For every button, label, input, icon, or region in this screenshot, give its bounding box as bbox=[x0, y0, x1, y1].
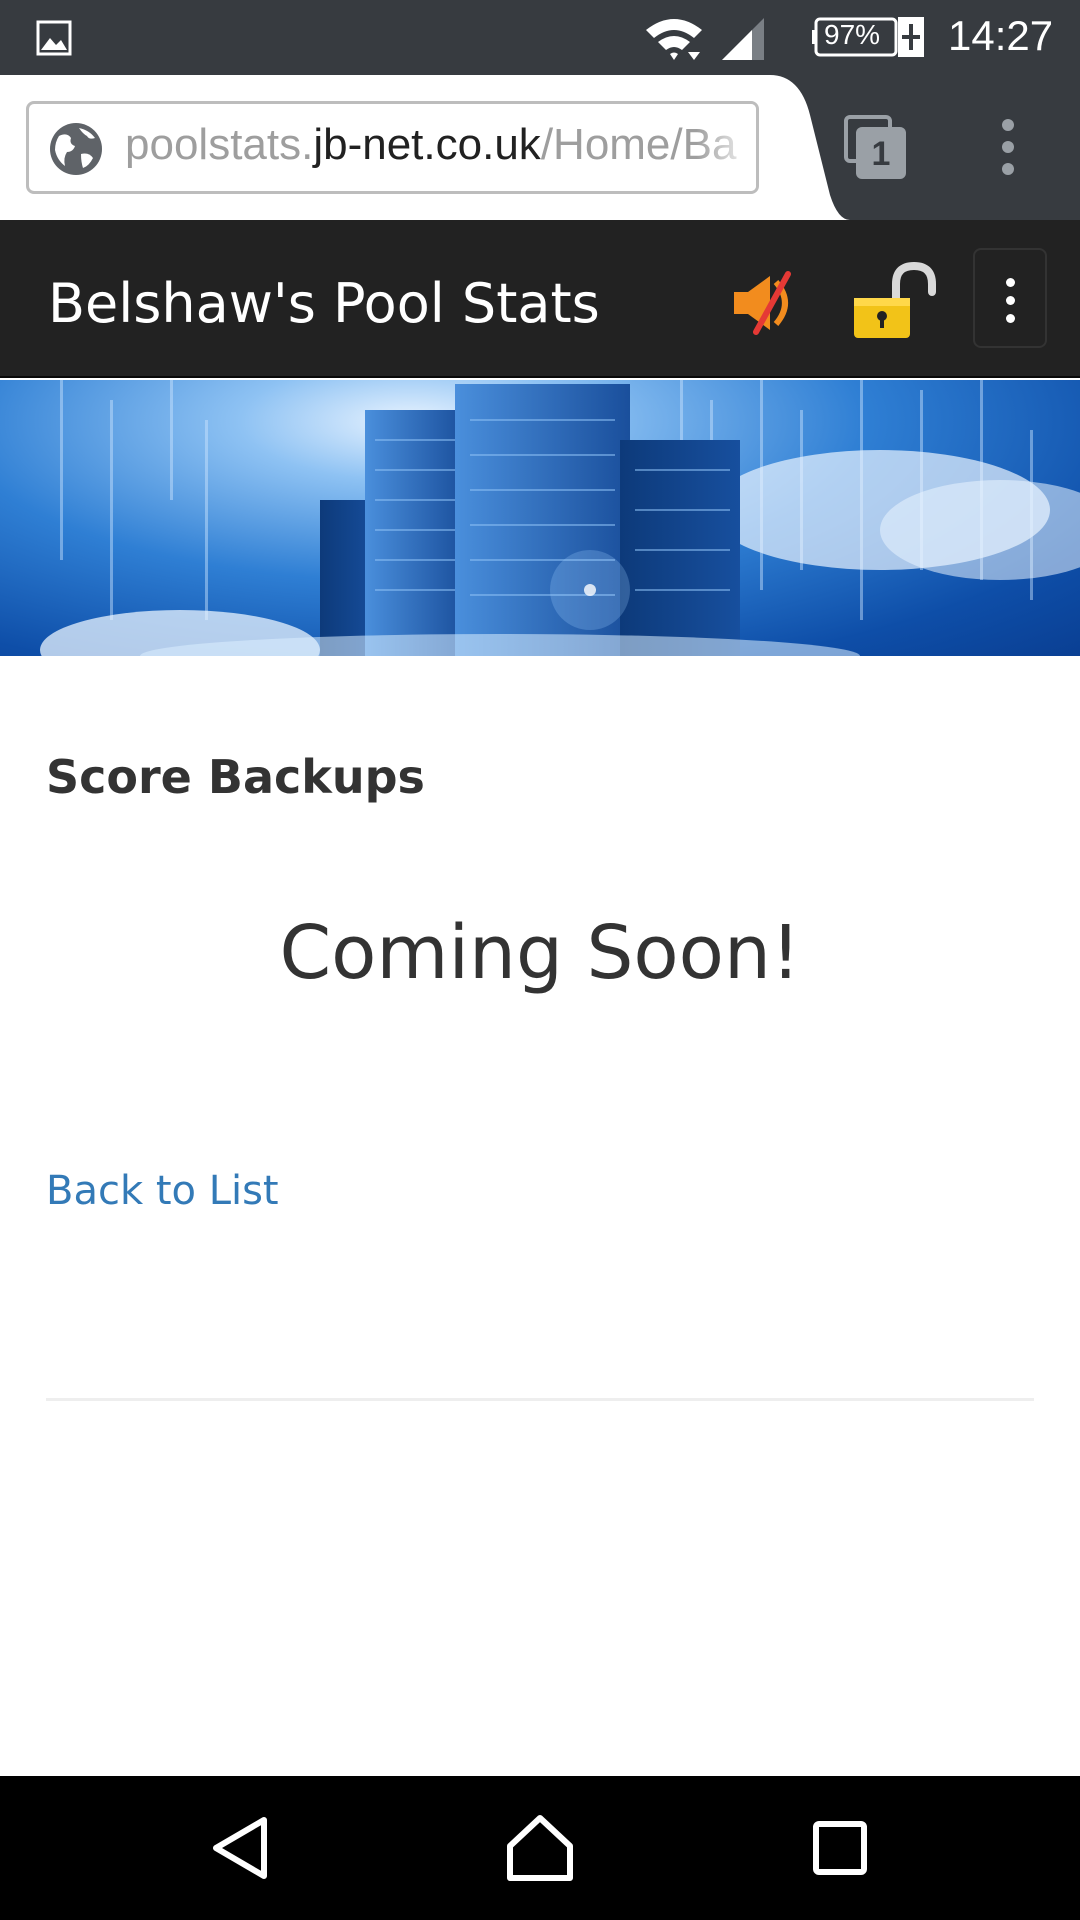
navbar-menu-toggle[interactable] bbox=[973, 248, 1047, 348]
browser-menu-button[interactable] bbox=[990, 119, 1026, 175]
footer-divider bbox=[46, 1398, 1034, 1401]
more-vertical-icon bbox=[1002, 119, 1014, 131]
page-title: Score Backups bbox=[46, 750, 425, 804]
clock: 14:27 bbox=[948, 12, 1054, 59]
url-text: poolstats.jb-net.co.uk/Home/Ba bbox=[125, 120, 736, 170]
brand-title[interactable]: Belshaw's Pool Stats bbox=[48, 272, 600, 335]
server-rack-illustration bbox=[40, 380, 1080, 656]
image-notification-icon bbox=[36, 20, 72, 56]
recent-apps-icon[interactable] bbox=[804, 1812, 876, 1884]
app-navbar: Belshaw's Pool Stats bbox=[0, 220, 1080, 378]
status-bar: 97% 14:27 bbox=[0, 0, 1080, 75]
unlock-icon[interactable] bbox=[850, 262, 942, 342]
header-banner-image bbox=[0, 380, 1080, 656]
url-fade bbox=[696, 104, 756, 191]
back-to-list-link[interactable]: Back to List bbox=[46, 1168, 279, 1214]
cell-signal-icon bbox=[722, 18, 764, 60]
tab-count: 1 bbox=[856, 127, 906, 179]
wifi-icon bbox=[646, 19, 702, 60]
battery-indicator: 97% bbox=[812, 16, 924, 58]
back-icon[interactable] bbox=[206, 1812, 278, 1884]
mute-icon[interactable] bbox=[730, 268, 800, 338]
tab-switcher-button[interactable]: 1 bbox=[844, 115, 908, 179]
home-icon[interactable] bbox=[504, 1812, 576, 1884]
battery-percent: 97% bbox=[824, 19, 881, 50]
url-prefix: poolstats. bbox=[125, 120, 314, 169]
browser-toolbar: poolstats.jb-net.co.uk/Home/Ba 1 bbox=[0, 75, 1080, 220]
url-domain: jb-net.co.uk bbox=[313, 120, 541, 169]
coming-soon-message: Coming Soon! bbox=[279, 910, 801, 996]
globe-icon bbox=[50, 123, 102, 175]
system-navigation-bar bbox=[0, 1776, 1080, 1920]
address-bar[interactable]: poolstats.jb-net.co.uk/Home/Ba bbox=[26, 101, 759, 194]
more-vertical-icon bbox=[1005, 278, 1015, 287]
